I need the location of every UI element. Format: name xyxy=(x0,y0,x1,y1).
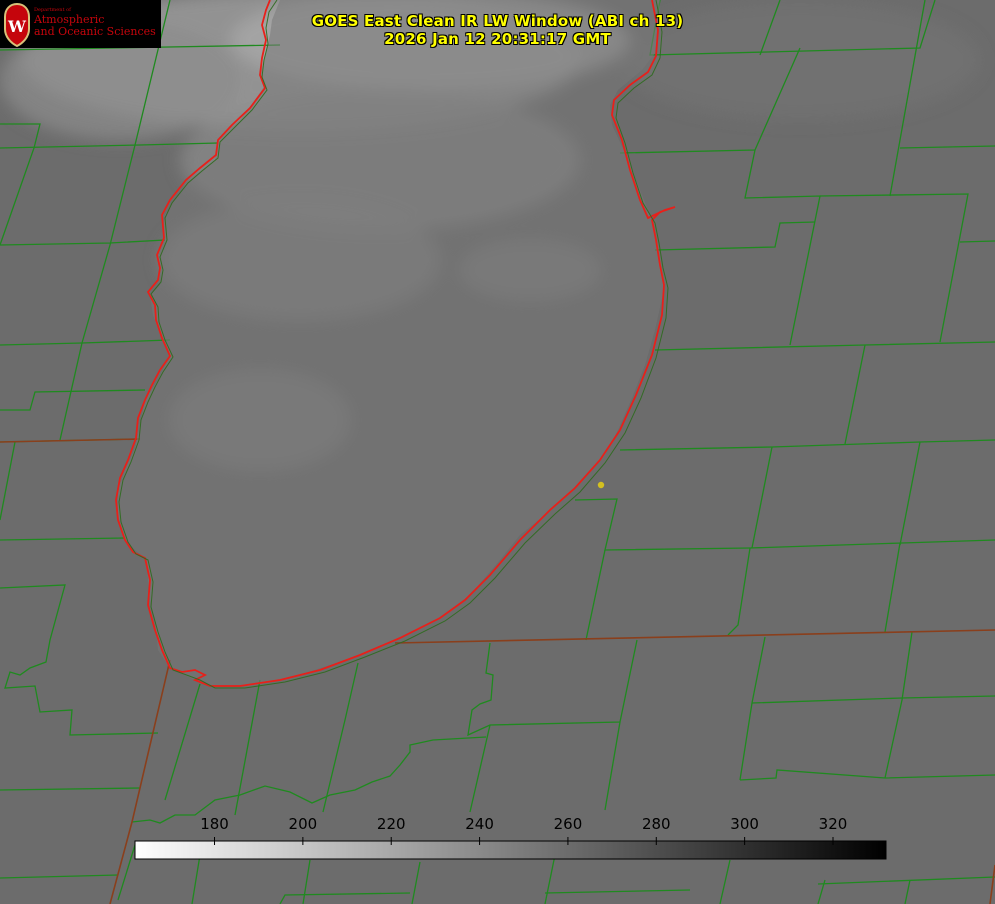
colorbar-tick-label: 260 xyxy=(553,815,583,833)
satellite-map[interactable]: W Department of Atmospheric and Oceanic … xyxy=(0,0,995,904)
location-marker[interactable] xyxy=(597,481,605,489)
image-title: GOES East Clean IR LW Window (ABI ch 13) xyxy=(311,12,684,30)
colorbar-tick-label: 200 xyxy=(288,815,318,833)
colorbar-tick-label: 180 xyxy=(200,815,229,833)
map-canvas xyxy=(0,0,995,904)
colorbar-gradient xyxy=(134,840,887,860)
colorbar-tick-label: 320 xyxy=(818,815,848,833)
colorbar-tick-label: 220 xyxy=(376,815,406,833)
colorbar-tick-label: 240 xyxy=(465,815,494,833)
image-timestamp: 2026 Jan 12 20:31:17 GMT xyxy=(384,30,611,48)
colorbar-tick-label: 300 xyxy=(730,815,759,833)
colorbar-tick-label: 280 xyxy=(641,815,671,833)
